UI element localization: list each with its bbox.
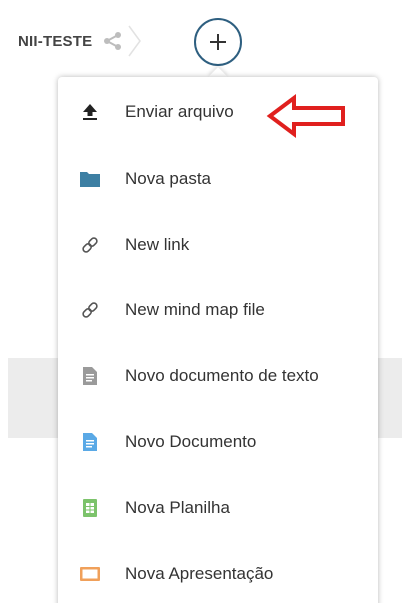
breadcrumb-separator-icon bbox=[128, 25, 142, 57]
menu-item-new-link[interactable]: New link bbox=[58, 219, 378, 271]
menu-item-label: New mind map file bbox=[125, 300, 265, 319]
menu-item-label: Nova Apresentação bbox=[125, 564, 274, 583]
plus-icon bbox=[210, 34, 226, 50]
menu-item-label: Novo Documento bbox=[125, 432, 257, 451]
menu-item-new-spreadsheet[interactable]: Nova Planilha bbox=[58, 482, 378, 534]
new-file-menu: Enviar arquivo Nova pasta New link New m… bbox=[58, 77, 378, 603]
menu-item-new-text-document[interactable]: Novo documento de texto bbox=[58, 350, 378, 402]
breadcrumb: NII-TESTE bbox=[18, 24, 142, 58]
upload-icon bbox=[78, 100, 102, 124]
menu-item-label: Nova pasta bbox=[125, 169, 211, 188]
presentation-icon bbox=[78, 562, 102, 586]
text-file-icon bbox=[78, 364, 102, 388]
menu-item-new-mind-map[interactable]: New mind map file bbox=[58, 284, 378, 336]
menu-item-label: Novo documento de texto bbox=[125, 366, 319, 385]
menu-item-label: Nova Planilha bbox=[125, 498, 230, 517]
spreadsheet-icon bbox=[78, 496, 102, 520]
link-icon bbox=[78, 298, 102, 322]
document-icon bbox=[78, 430, 102, 454]
link-icon bbox=[78, 233, 102, 257]
breadcrumb-folder-name[interactable]: NII-TESTE bbox=[18, 33, 92, 50]
menu-item-label: New link bbox=[125, 235, 190, 254]
folder-icon bbox=[78, 167, 102, 191]
red-arrow-annotation bbox=[266, 94, 345, 138]
menu-item-new-presentation[interactable]: Nova Apresentação bbox=[58, 548, 378, 600]
add-new-button[interactable] bbox=[194, 18, 242, 66]
menu-item-label: Enviar arquivo bbox=[125, 102, 234, 121]
menu-item-new-folder[interactable]: Nova pasta bbox=[58, 153, 378, 205]
menu-item-new-document[interactable]: Novo Documento bbox=[58, 416, 378, 468]
share-icon[interactable] bbox=[102, 30, 124, 52]
